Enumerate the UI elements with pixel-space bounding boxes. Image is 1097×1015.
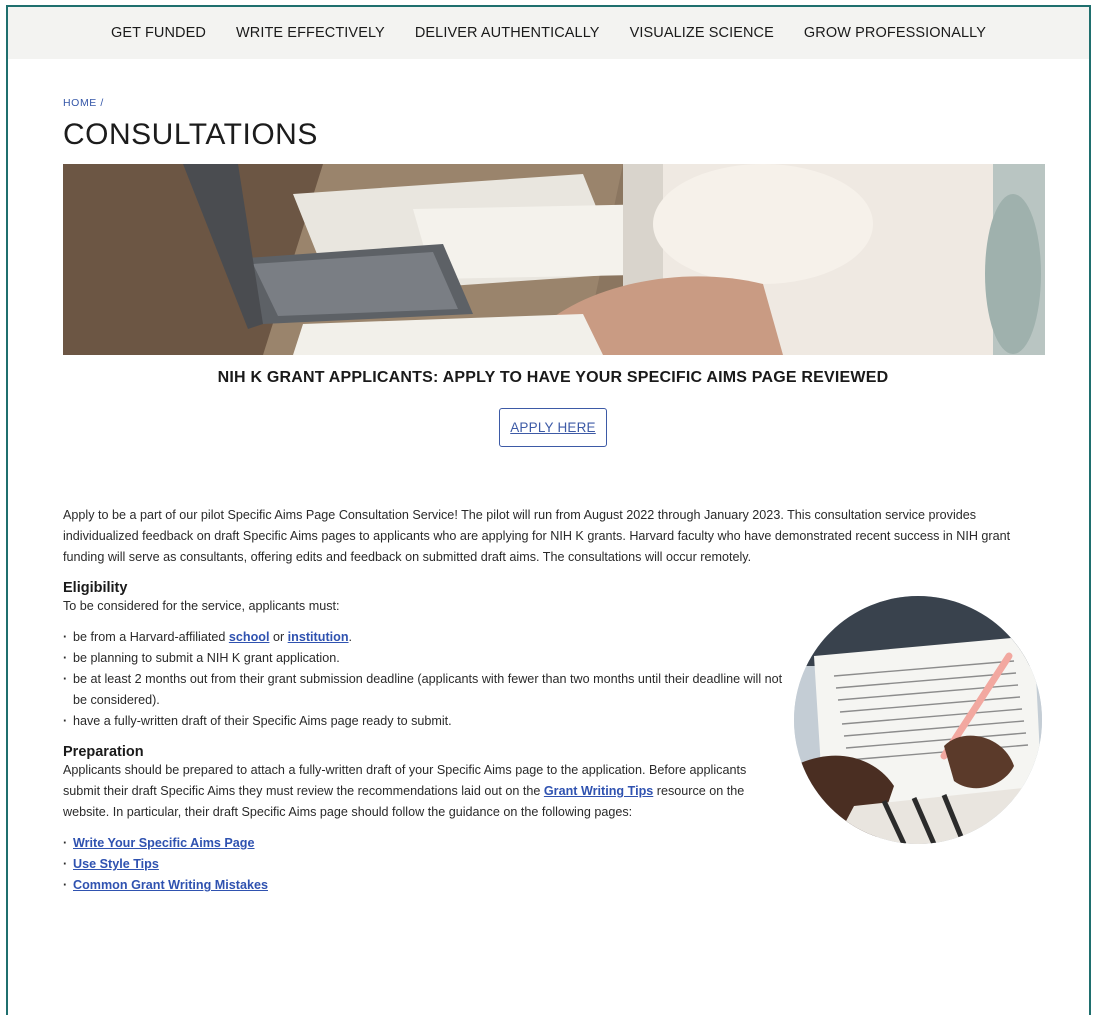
subhead: NIH K GRANT APPLICANTS: APPLY TO HAVE YO… [217,369,889,386]
preparation-title: Preparation [63,744,144,760]
breadcrumb[interactable]: HOME / [63,97,1043,109]
list-item: Write Your Specific Aims Page [63,833,783,854]
list-item: be at least 2 months out from their gran… [63,669,783,711]
nav-get-funded[interactable]: GET FUNDED [111,25,206,41]
nav-deliver-authentically[interactable]: DELIVER AUTHENTICALLY [415,25,600,41]
preparation-links-list: Write Your Specific Aims Page Use Style … [63,833,783,896]
nav-write-effectively[interactable]: WRITE EFFECTIVELY [236,25,385,41]
write-specific-aims-link[interactable]: Write Your Specific Aims Page [73,836,255,850]
eligibility-bullet-1-mid: or [269,630,288,644]
grant-writing-tips-link[interactable]: Grant Writing Tips [544,784,653,798]
apply-here-button[interactable]: APPLY HERE [499,408,607,447]
top-navigation: GET FUNDED WRITE EFFECTIVELY DELIVER AUT… [8,7,1089,59]
hero-illustration [63,164,1045,355]
list-item: be from a Harvard-affiliated school or i… [63,627,783,648]
nav-visualize-science[interactable]: VISUALIZE SCIENCE [630,25,774,41]
eligibility-title: Eligibility [63,580,128,596]
list-item: be planning to submit a NIH K grant appl… [63,648,783,669]
eligibility-bullet-1-pre: be from a Harvard-affiliated [73,630,229,644]
main-content: HOME / CONSULTATIONS NIH K GRANT APPLICA… [8,97,1089,896]
list-item: Common Grant Writing Mistakes [63,875,783,896]
common-mistakes-link[interactable]: Common Grant Writing Mistakes [73,878,268,892]
institution-link[interactable]: institution [288,630,349,644]
reading-photo [794,596,1042,844]
nav-grow-professionally[interactable]: GROW PROFESSIONALLY [804,25,986,41]
page-frame: GET FUNDED WRITE EFFECTIVELY DELIVER AUT… [6,5,1091,1015]
list-item: Use Style Tips [63,854,783,875]
page-title: CONSULTATIONS [63,118,318,151]
preparation-paragraph: Applicants should be prepared to attach … [63,760,783,823]
cta-wrapper: APPLY HERE [63,408,1043,447]
lower-left-column: Eligibility To be considered for the ser… [63,580,783,896]
eligibility-lead: To be considered for the service, applic… [63,599,340,613]
use-style-tips-link[interactable]: Use Style Tips [73,857,159,871]
school-link[interactable]: school [229,630,270,644]
hero-image [63,164,1045,355]
eligibility-bullet-1-post: . [348,630,353,644]
eligibility-list: be from a Harvard-affiliated school or i… [63,627,783,732]
lower-section: Eligibility To be considered for the ser… [63,580,1043,896]
intro-paragraph: Apply to be a part of our pilot Specific… [63,508,1011,564]
list-item: have a fully-written draft of their Spec… [63,711,783,732]
reading-illustration [794,596,1042,844]
